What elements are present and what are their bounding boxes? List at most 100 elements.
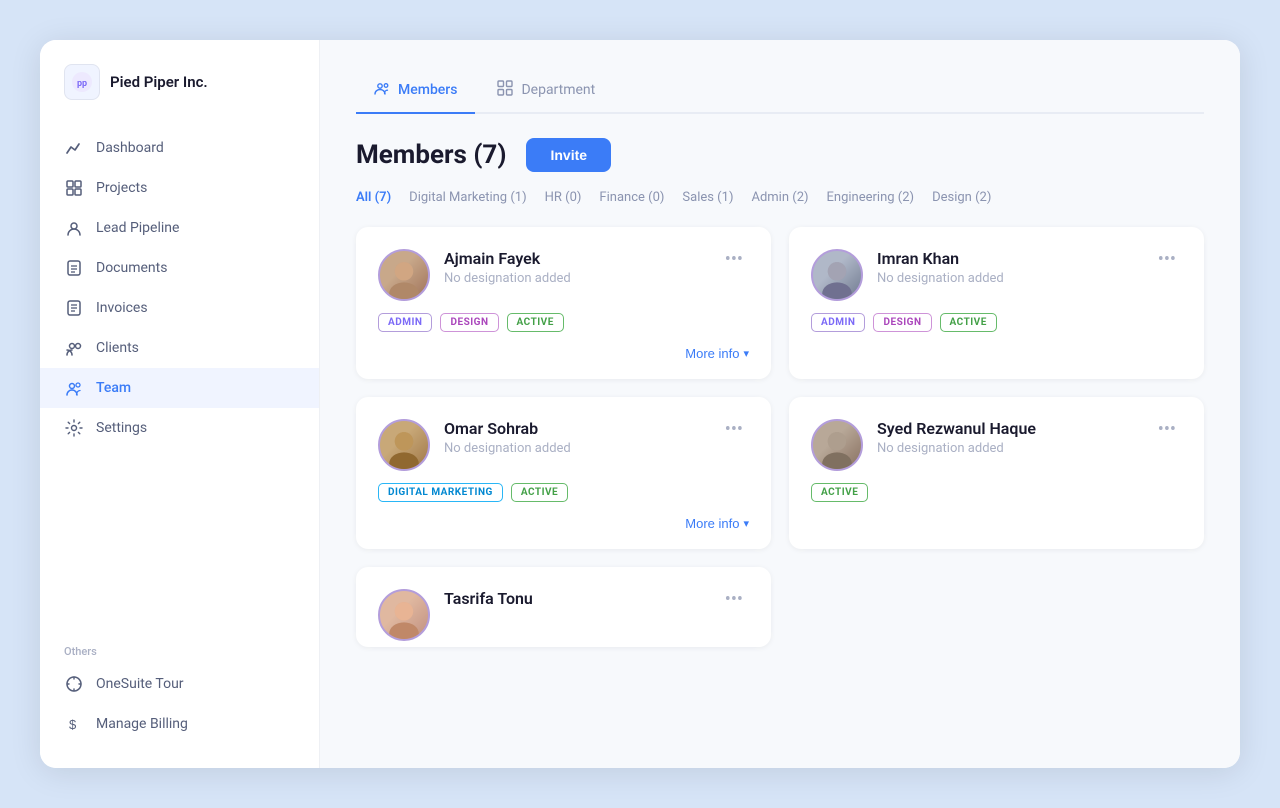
sidebar-item-onesuite-tour[interactable]: OneSuite Tour	[40, 664, 319, 704]
sidebar-item-dashboard[interactable]: Dashboard	[40, 128, 319, 168]
sidebar-item-invoices[interactable]: Invoices	[40, 288, 319, 328]
tab-department[interactable]: Department	[479, 72, 613, 114]
tag-design: DESIGN	[440, 313, 498, 332]
invoices-icon	[64, 298, 84, 318]
tag-admin: ADMIN	[378, 313, 432, 332]
brand: pp Pied Piper Inc.	[40, 64, 319, 128]
filter-engineering[interactable]: Engineering (2)	[827, 190, 915, 205]
page-title: Members (7)	[356, 140, 506, 170]
members-tab-icon	[374, 80, 390, 100]
svg-text:pp: pp	[77, 79, 87, 89]
filter-all[interactable]: All (7)	[356, 190, 391, 205]
tag-active: ACTIVE	[811, 483, 868, 502]
tab-label: Members	[398, 82, 457, 98]
brand-logo: pp	[64, 64, 100, 100]
dashboard-icon	[64, 138, 84, 158]
member-name: Omar Sohrab	[444, 419, 705, 438]
svg-text:$: $	[69, 717, 77, 732]
member-tags: ADMIN DESIGN ACTIVE	[378, 313, 749, 332]
member-menu-imran[interactable]: •••	[1152, 249, 1182, 271]
avatar-syed	[811, 419, 863, 471]
member-card-omar: Omar Sohrab No designation added ••• DIG…	[356, 397, 771, 549]
member-name: Ajmain Fayek	[444, 249, 705, 268]
avatar-omar	[378, 419, 430, 471]
avatar-imran	[811, 249, 863, 301]
sidebar-item-label: Team	[96, 380, 131, 396]
member-card-header: Syed Rezwanul Haque No designation added…	[811, 419, 1182, 471]
others-label: Others	[40, 625, 319, 664]
app-container: pp Pied Piper Inc. Dashboard	[40, 40, 1240, 768]
projects-icon	[64, 178, 84, 198]
member-tags: ADMIN DESIGN ACTIVE	[811, 313, 1182, 332]
sidebar-item-documents[interactable]: Documents	[40, 248, 319, 288]
sidebar-item-label: Settings	[96, 420, 147, 436]
more-info-label: More info	[685, 346, 739, 361]
more-info-button-omar[interactable]: More info ▾	[685, 516, 749, 531]
filter-sales[interactable]: Sales (1)	[682, 190, 733, 205]
member-card-header: Imran Khan No designation added •••	[811, 249, 1182, 301]
main-content: Members Department Members (7) Invite	[320, 40, 1240, 768]
member-card-imran: Imran Khan No designation added ••• ADMI…	[789, 227, 1204, 379]
member-menu-tasrifa[interactable]: •••	[719, 589, 749, 611]
member-card-header: Tasrifa Tonu •••	[378, 589, 749, 641]
team-icon	[64, 378, 84, 398]
sidebar-item-clients[interactable]: Clients	[40, 328, 319, 368]
filter-design[interactable]: Design (2)	[932, 190, 991, 205]
sidebar-item-label: Projects	[96, 180, 147, 196]
member-info: Imran Khan No designation added	[877, 249, 1138, 286]
member-menu-syed[interactable]: •••	[1152, 419, 1182, 441]
filter-finance[interactable]: Finance (0)	[599, 190, 664, 205]
sidebar-item-label: Documents	[96, 260, 167, 276]
tag-admin: ADMIN	[811, 313, 865, 332]
sidebar-item-label: OneSuite Tour	[96, 676, 184, 692]
member-name: Imran Khan	[877, 249, 1138, 268]
tag-design: DESIGN	[873, 313, 931, 332]
member-tags: DIGITAL MARKETING ACTIVE	[378, 483, 749, 502]
member-card-header: Omar Sohrab No designation added •••	[378, 419, 749, 471]
member-designation: No designation added	[444, 441, 705, 456]
sidebar-item-settings[interactable]: Settings	[40, 408, 319, 448]
department-tab-icon	[497, 80, 513, 100]
member-name: Tasrifa Tonu	[444, 589, 705, 608]
chevron-down-icon: ▾	[743, 517, 749, 530]
documents-icon	[64, 258, 84, 278]
more-info-label: More info	[685, 516, 739, 531]
more-info-button-ajmain[interactable]: More info ▾	[685, 346, 749, 361]
member-card-header: Ajmain Fayek No designation added •••	[378, 249, 749, 301]
member-designation: No designation added	[444, 271, 705, 286]
member-info: Ajmain Fayek No designation added	[444, 249, 705, 286]
member-info: Omar Sohrab No designation added	[444, 419, 705, 456]
sidebar-item-projects[interactable]: Projects	[40, 168, 319, 208]
member-menu-omar[interactable]: •••	[719, 419, 749, 441]
invite-button[interactable]: Invite	[526, 138, 611, 172]
tab-members[interactable]: Members	[356, 72, 475, 114]
sidebar-item-label: Dashboard	[96, 140, 164, 156]
nav-section: Dashboard Projects	[40, 128, 319, 625]
sidebar-item-lead-pipeline[interactable]: Lead Pipeline	[40, 208, 319, 248]
avatar-tasrifa	[378, 589, 430, 641]
manage-billing-icon: $	[64, 714, 84, 734]
more-info-row: More info ▾	[378, 346, 749, 361]
sidebar-item-manage-billing[interactable]: $ Manage Billing	[40, 704, 319, 744]
filter-bar: All (7) Digital Marketing (1) HR (0) Fin…	[356, 190, 1204, 205]
filter-hr[interactable]: HR (0)	[545, 190, 582, 205]
tag-active: ACTIVE	[507, 313, 564, 332]
members-grid: Ajmain Fayek No designation added ••• AD…	[356, 227, 1204, 647]
member-card-ajmain: Ajmain Fayek No designation added ••• AD…	[356, 227, 771, 379]
tag-active: ACTIVE	[940, 313, 997, 332]
chevron-down-icon: ▾	[743, 347, 749, 360]
sidebar-item-label: Manage Billing	[96, 716, 188, 732]
member-menu-ajmain[interactable]: •••	[719, 249, 749, 271]
filter-admin[interactable]: Admin (2)	[751, 190, 808, 205]
settings-icon	[64, 418, 84, 438]
member-designation: No designation added	[877, 441, 1138, 456]
sidebar-item-team[interactable]: Team	[40, 368, 319, 408]
clients-icon	[64, 338, 84, 358]
tag-digital-marketing: DIGITAL MARKETING	[378, 483, 503, 502]
more-info-row: More info ▾	[378, 516, 749, 531]
filter-digital-marketing[interactable]: Digital Marketing (1)	[409, 190, 526, 205]
tag-active: ACTIVE	[511, 483, 568, 502]
sidebar: pp Pied Piper Inc. Dashboard	[40, 40, 320, 768]
brand-name: Pied Piper Inc.	[110, 73, 208, 91]
member-info: Syed Rezwanul Haque No designation added	[877, 419, 1138, 456]
